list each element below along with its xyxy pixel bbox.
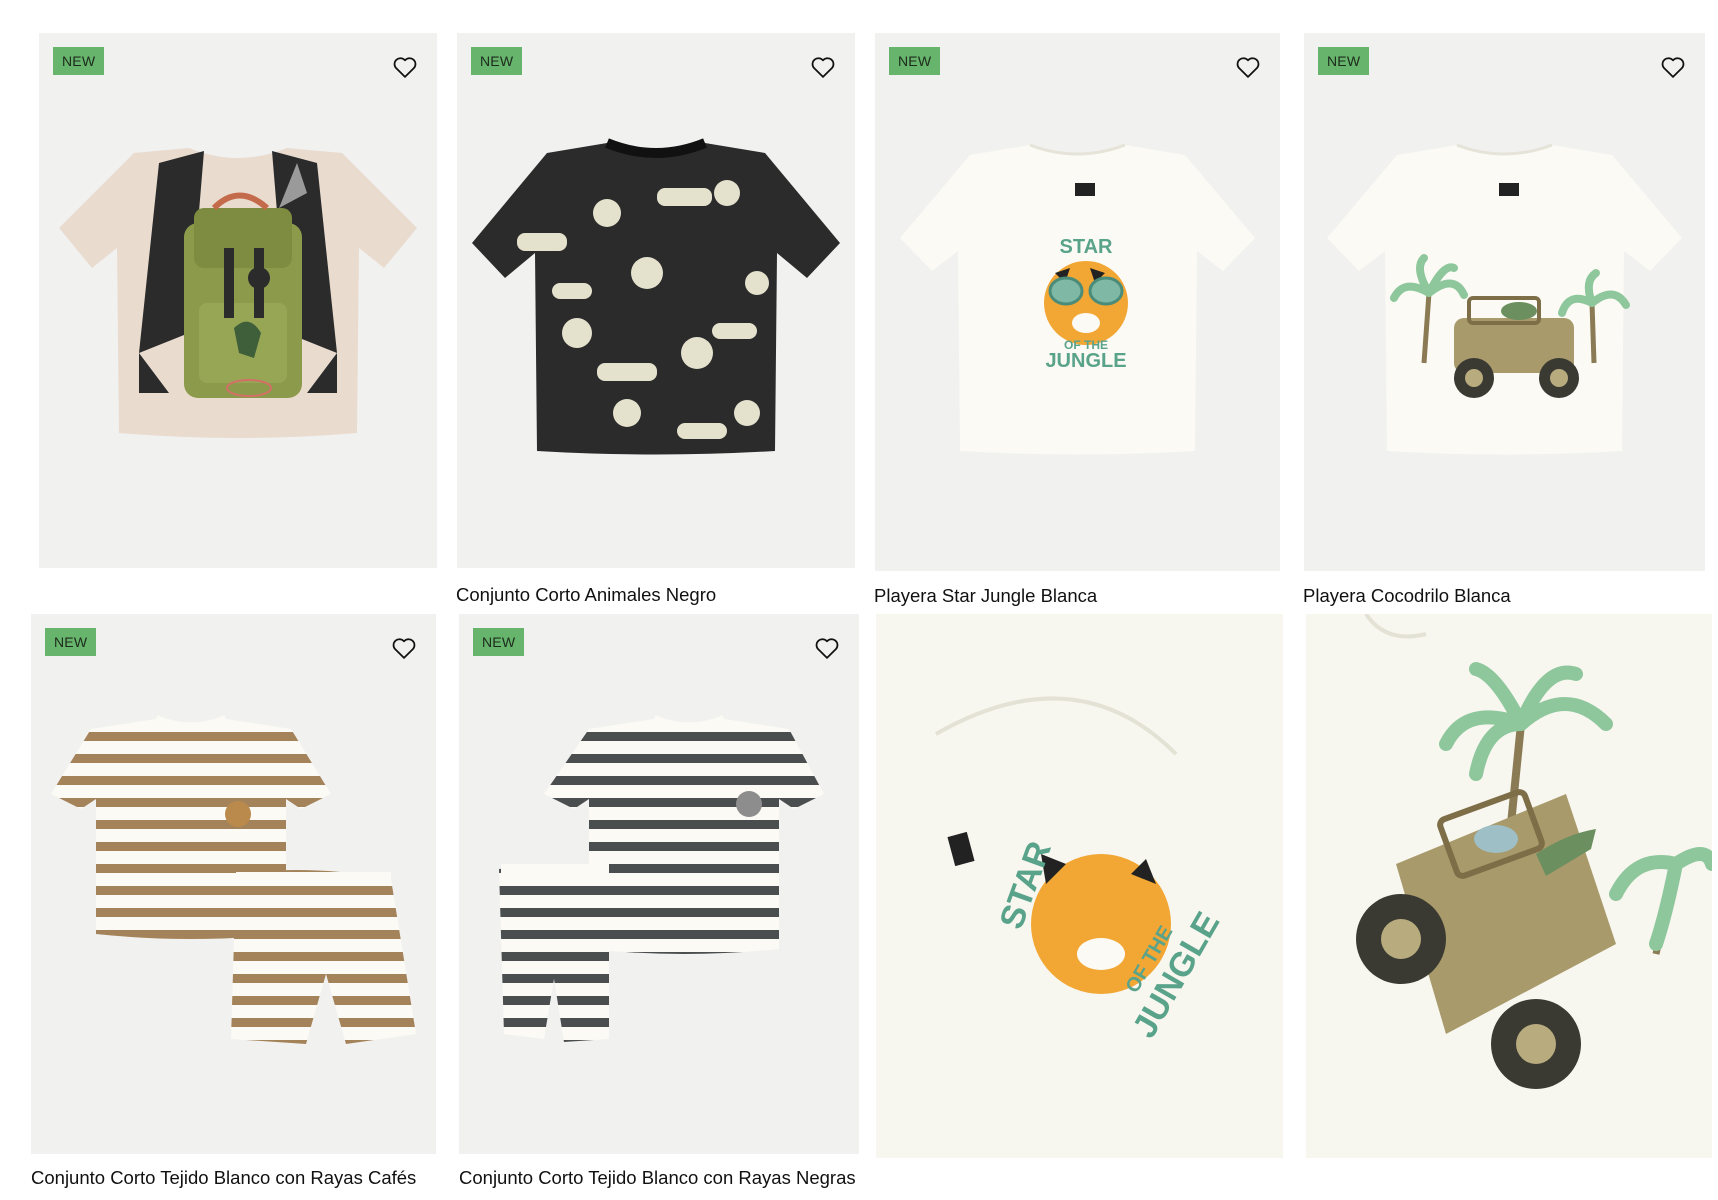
backpack-tee-image bbox=[59, 148, 417, 438]
product-title[interactable]: Playera Star Jungle Blanca bbox=[874, 585, 1097, 607]
product-title[interactable]: Conjunto Corto Tejido Blanco con Rayas N… bbox=[459, 1167, 856, 1189]
product-image[interactable]: STAR OF THE JUNGLE bbox=[876, 614, 1283, 1158]
product-image[interactable]: STAR OF THE JUNGLE NEW bbox=[875, 33, 1280, 571]
graphic-text-star: STAR bbox=[1060, 236, 1114, 258]
new-badge: NEW bbox=[45, 628, 97, 656]
new-badge: NEW bbox=[1318, 47, 1370, 75]
brown-stripe-set-image bbox=[51, 715, 416, 1044]
black-stripe-set-image bbox=[499, 715, 824, 1042]
product-title[interactable]: Conjunto Corto Animales Negro bbox=[456, 584, 716, 606]
crocodile-jeep-tee-image bbox=[1327, 143, 1682, 455]
new-badge: NEW bbox=[53, 47, 105, 75]
product-image[interactable]: NEW bbox=[459, 614, 859, 1154]
tiger-tee-image: STAR OF THE JUNGLE bbox=[900, 143, 1255, 455]
heart-outline-icon[interactable] bbox=[813, 634, 841, 662]
product-title[interactable]: Playera Cocodrilo Blanca bbox=[1303, 585, 1511, 607]
heart-outline-icon[interactable] bbox=[809, 53, 837, 81]
crocodile-jeep-closeup-image bbox=[1306, 614, 1712, 1158]
product-title[interactable]: Conjunto Corto Tejido Blanco con Rayas C… bbox=[31, 1167, 416, 1189]
new-badge: NEW bbox=[889, 47, 941, 75]
product-image[interactable]: NEW bbox=[1304, 33, 1705, 571]
new-badge: NEW bbox=[473, 628, 525, 656]
new-badge: NEW bbox=[471, 47, 523, 75]
product-image[interactable]: NEW bbox=[31, 614, 436, 1154]
heart-outline-icon[interactable] bbox=[390, 634, 418, 662]
heart-outline-icon[interactable] bbox=[1659, 53, 1687, 81]
black-animal-tee-image bbox=[472, 138, 840, 455]
product-image[interactable] bbox=[1306, 614, 1712, 1158]
heart-outline-icon[interactable] bbox=[1234, 53, 1262, 81]
heart-outline-icon[interactable] bbox=[391, 53, 419, 81]
tiger-closeup-image: STAR OF THE JUNGLE bbox=[876, 614, 1283, 1158]
product-image[interactable]: NEW bbox=[457, 33, 855, 568]
graphic-text-jungle: JUNGLE bbox=[1045, 350, 1126, 372]
product-image[interactable]: NEW bbox=[39, 33, 437, 568]
